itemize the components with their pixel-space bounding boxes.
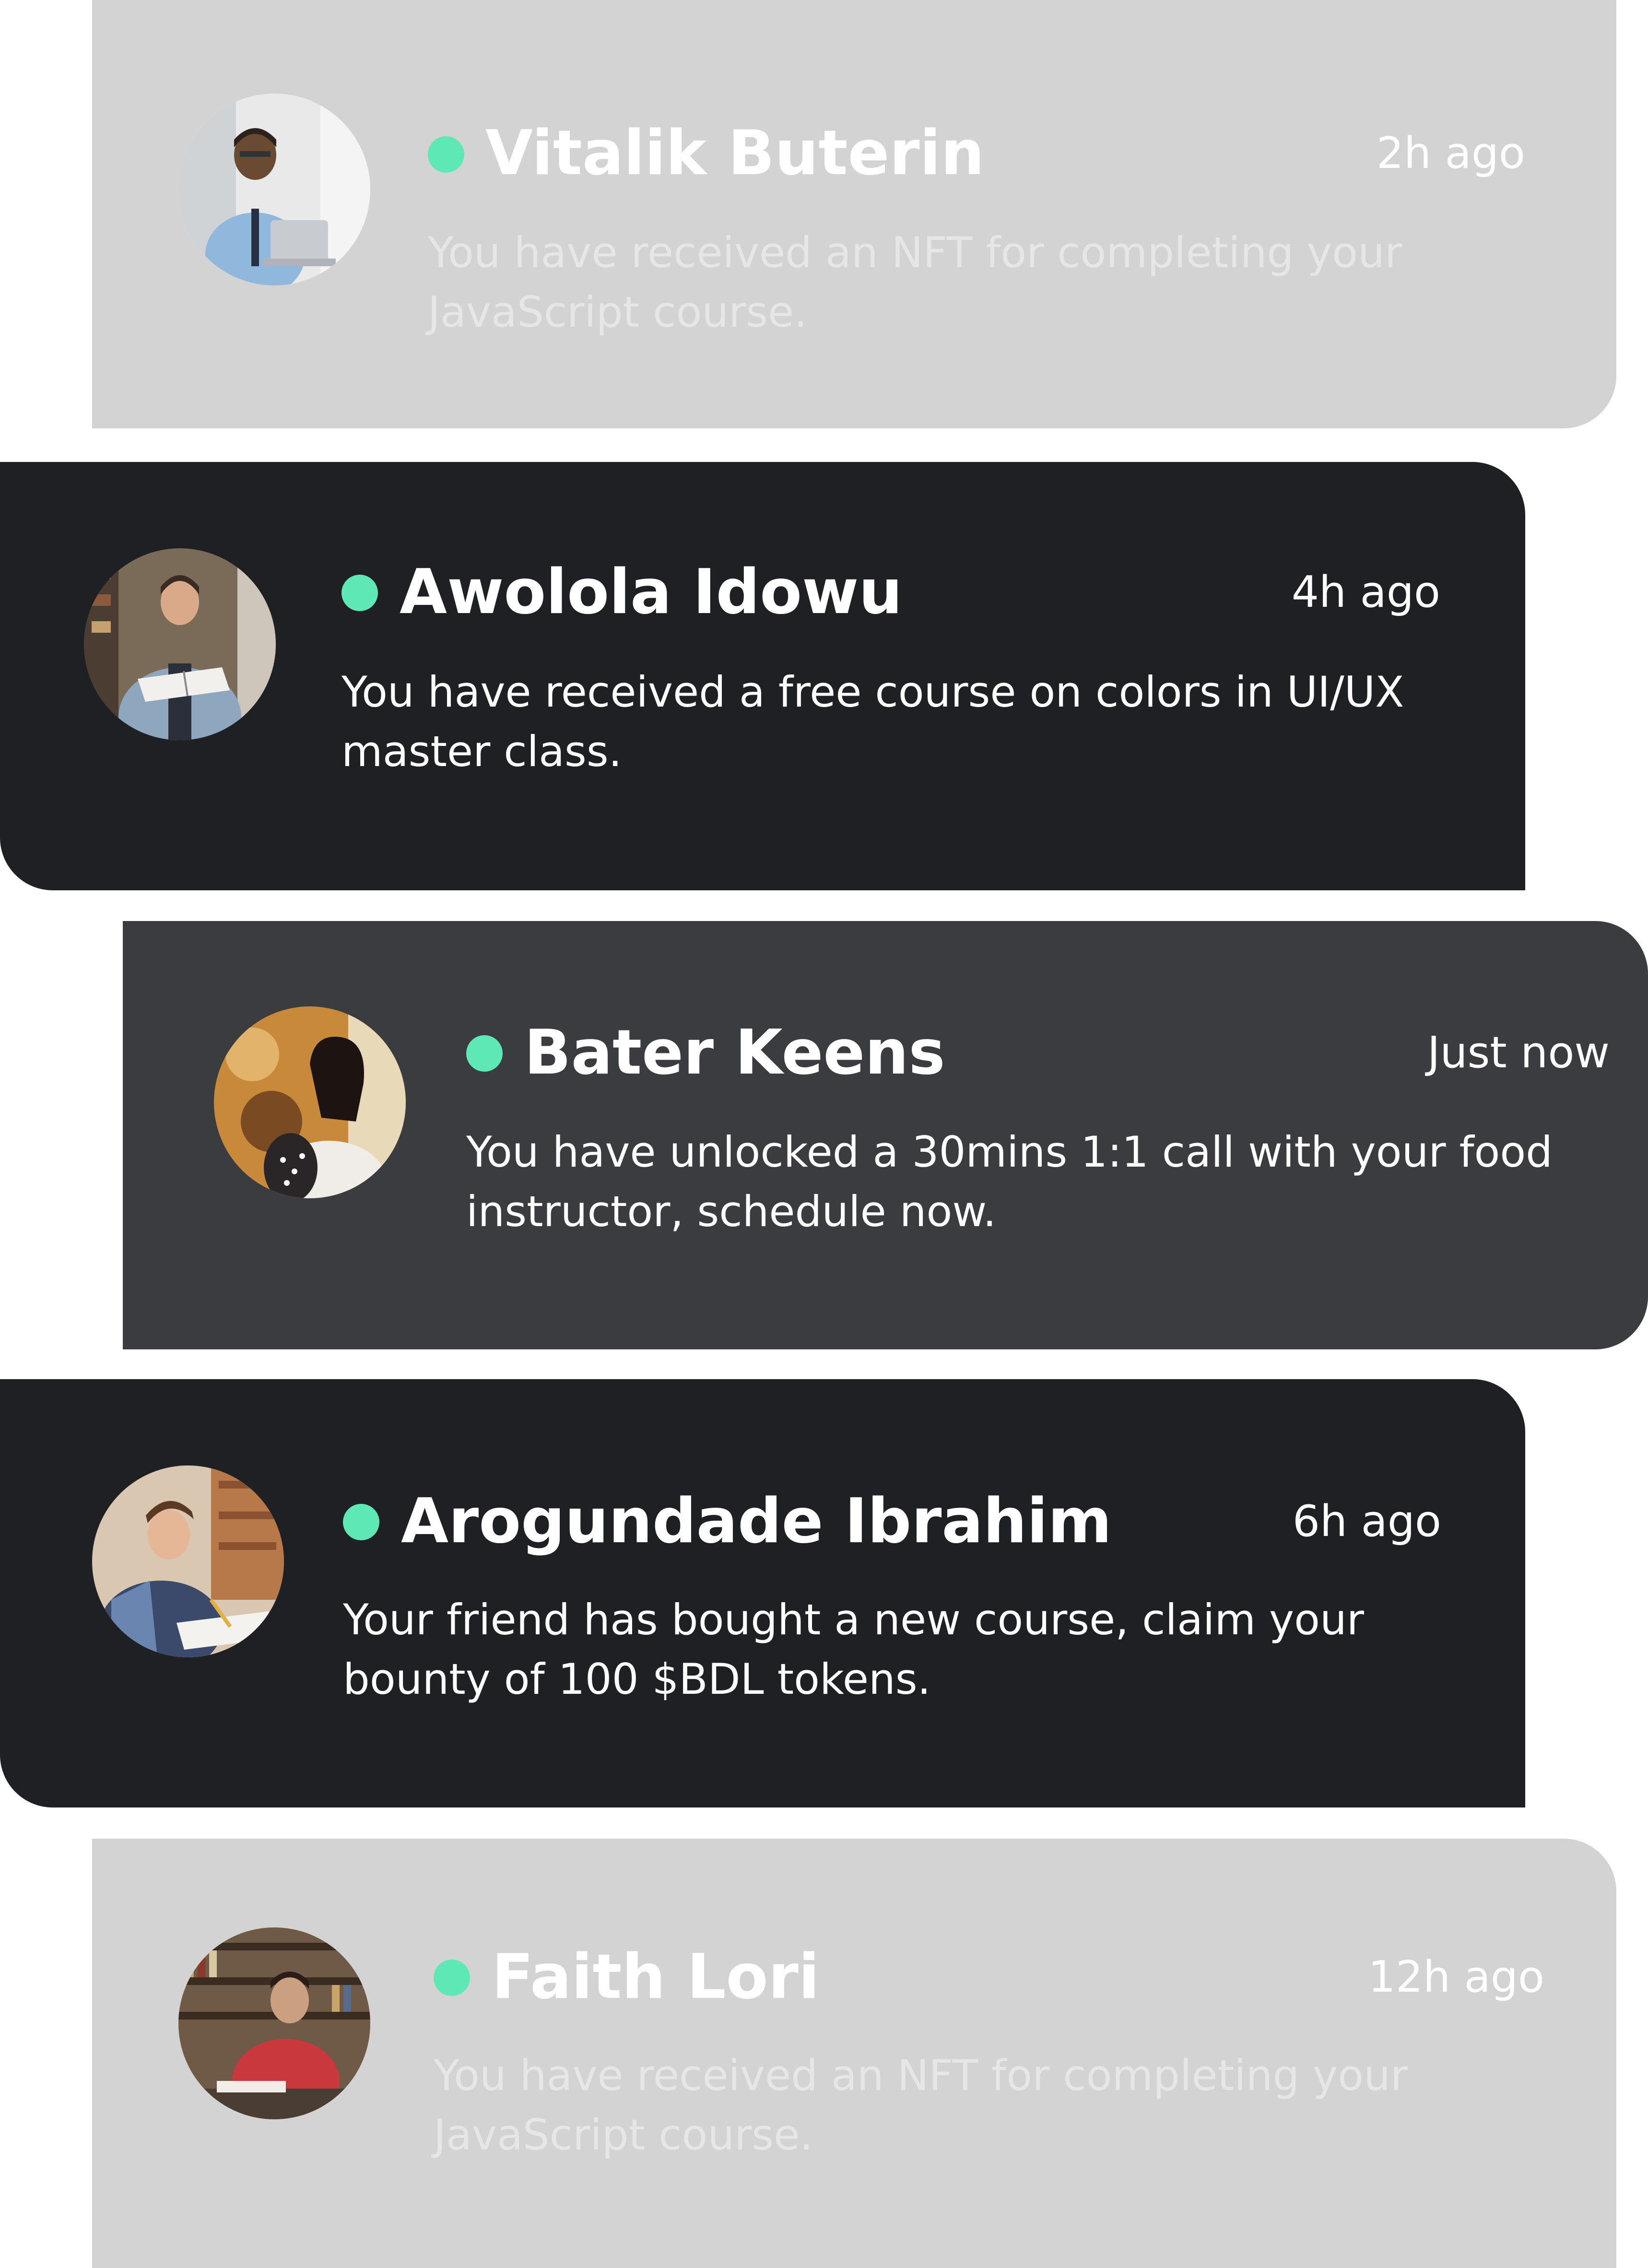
avatar: [92, 1465, 284, 1657]
avatar-man-laptop-icon: [178, 94, 370, 285]
notification-message: You have unlocked a 30mins 1:1 call with…: [466, 1127, 1553, 1236]
notification-message: You have received an NFT for completing …: [428, 228, 1402, 337]
avatar-boy-writing-icon: [92, 1465, 284, 1657]
notification-card[interactable]: Arogundade Ibrahim 6h ago Your friend ha…: [0, 1379, 1525, 1807]
avatar-man-book-icon: [84, 548, 276, 740]
sender-name[interactable]: Arogundade Ibrahim: [401, 1486, 1112, 1558]
avatar: [214, 1006, 406, 1198]
sender-name[interactable]: Faith Lori: [492, 1941, 820, 2013]
avatar-man-library-icon: [178, 1927, 370, 2119]
avatar: [178, 94, 370, 285]
sender-name[interactable]: Bater Keens: [524, 1017, 945, 1089]
sender-name[interactable]: Vitalik Buterin: [485, 118, 985, 189]
notification-card[interactable]: Faith Lori 12h ago You have received an …: [92, 1839, 1616, 2268]
notification-card[interactable]: Awolola Idowu 4h ago You have received a…: [0, 462, 1525, 890]
timestamp: 6h ago: [1292, 1496, 1441, 1547]
timestamp: 2h ago: [1376, 128, 1525, 178]
timestamp: 12h ago: [1368, 1952, 1544, 2002]
online-status-dot: [434, 1960, 470, 1996]
online-status-dot: [341, 575, 378, 611]
avatar: [178, 1927, 370, 2119]
notification-message: You have received an NFT for completing …: [434, 2051, 1408, 2160]
online-status-dot: [428, 136, 464, 173]
online-status-dot: [466, 1035, 503, 1072]
timestamp: 4h ago: [1291, 567, 1440, 617]
notification-message: You have received a free course on color…: [341, 667, 1404, 776]
avatar: [84, 548, 276, 740]
timestamp: Just now: [1427, 1028, 1610, 1078]
notification-message: Your friend has bought a new course, cla…: [343, 1595, 1364, 1704]
notification-card[interactable]: Bater Keens Just now You have unlocked a…: [123, 921, 1648, 1349]
online-status-dot: [343, 1504, 379, 1540]
notification-card[interactable]: Vitalik Buterin 2h ago You have received…: [92, 0, 1616, 428]
sender-name[interactable]: Awolola Idowu: [400, 556, 902, 628]
avatar-woman-backpack-icon: [214, 1006, 406, 1198]
notification-list: Vitalik Buterin 2h ago You have received…: [0, 0, 1648, 2268]
